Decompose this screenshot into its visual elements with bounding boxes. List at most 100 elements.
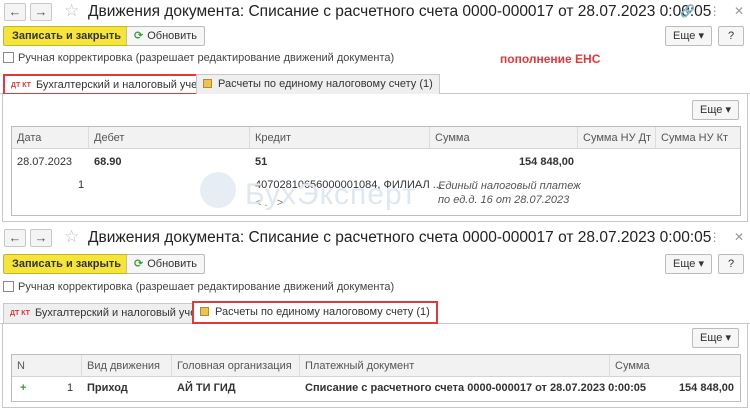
- dropdown-icon: ▾: [698, 30, 704, 42]
- arrow-left-icon: ←: [8, 4, 22, 19]
- arrow-right-icon: →: [34, 4, 48, 19]
- dt-kt-icon: ДТ КТ: [11, 82, 31, 89]
- refresh-icon: ⟳: [134, 258, 144, 270]
- window-title: Движения документа: Списание с расчетног…: [88, 229, 712, 246]
- link-icon[interactable]: 🔗: [680, 4, 695, 18]
- forward-button[interactable]: →: [30, 229, 52, 247]
- col-amount[interactable]: Сумма: [430, 127, 578, 149]
- tab-content: Еще ▾ Дата Дебет Кредит Сумма Сумма НУ Д…: [2, 94, 748, 222]
- back-button[interactable]: ←: [4, 3, 26, 21]
- favorite-star-icon[interactable]: ☆: [64, 227, 79, 247]
- col-amount-nu-kt[interactable]: Сумма НУ Кт: [656, 127, 740, 149]
- row-content-line2: по ед.д. 16 от 28.07.2023: [438, 194, 570, 206]
- col-amount[interactable]: Сумма: [610, 355, 740, 377]
- row-income-sign-icon: +: [20, 382, 27, 394]
- accounting-table: Дата Дебет Кредит Сумма Сумма НУ Дт Сумм…: [11, 126, 741, 216]
- close-icon[interactable]: ✕: [734, 230, 744, 244]
- dropdown-icon: ▾: [698, 258, 704, 270]
- checkbox-box[interactable]: [3, 52, 14, 63]
- col-date[interactable]: Дата: [12, 127, 89, 149]
- row-date[interactable]: 28.07.2023: [17, 156, 72, 168]
- row-debit-account[interactable]: 68.90: [94, 156, 122, 168]
- row-credit-subconto[interactable]: 40702810656000001084, ФИЛИАЛ ...: [255, 179, 442, 191]
- help-button[interactable]: ?: [718, 254, 744, 274]
- col-amount-nu-dt[interactable]: Сумма НУ Дт: [578, 127, 656, 149]
- table-more-label: Еще: [700, 104, 723, 116]
- row-credit-account[interactable]: 51: [255, 156, 267, 168]
- tab-ens-label: Расчеты по единому налоговому счету (1): [218, 78, 433, 90]
- table-more-label: Еще: [700, 332, 723, 344]
- col-n[interactable]: N: [12, 355, 82, 377]
- more-label: Еще: [673, 258, 696, 270]
- refresh-label: Обновить: [147, 30, 198, 42]
- window-controls: 🔗 ⋮ ✕: [670, 4, 744, 18]
- arrow-right-icon: →: [34, 230, 48, 245]
- table-header: N Вид движения Головная организация Плат…: [12, 355, 740, 377]
- toolbar: Записать и закрыть ⟳ Обновить Еще ▾ ?: [0, 26, 750, 48]
- manual-edit-label: Ручная корректировка (разрешает редактир…: [18, 52, 395, 64]
- movements-window-2: ← → ☆ Движения документа: Списание с рас…: [0, 226, 750, 410]
- window-title: Движения документа: Списание с расчетног…: [88, 3, 712, 20]
- table-more-button[interactable]: Еще ▾: [692, 328, 739, 348]
- refresh-button[interactable]: ⟳ Обновить: [126, 26, 206, 46]
- tab-ens[interactable]: Расчеты по единому налоговому счету (1): [192, 301, 438, 324]
- table-more-button[interactable]: Еще ▾: [692, 100, 739, 120]
- col-credit[interactable]: Кредит: [250, 127, 430, 149]
- save-and-close-button[interactable]: Записать и закрыть: [3, 254, 131, 274]
- refresh-icon: ⟳: [134, 30, 144, 42]
- more-button[interactable]: Еще ▾: [665, 254, 712, 274]
- tab-accounting-label: Бухгалтерский и налоговый учет (1): [35, 79, 219, 91]
- row-movement[interactable]: Приход: [87, 382, 128, 394]
- dropdown-icon: ▾: [725, 332, 731, 344]
- manual-edit-checkbox[interactable]: Ручная корректировка (разрешает редактир…: [3, 281, 394, 295]
- tab-ens-label: Расчеты по единому налоговому счету (1): [215, 306, 430, 318]
- tab-accounting-label: Бухгалтерский и налоговый учет (1): [34, 307, 218, 319]
- row-content-line1: Единый налоговый платеж: [438, 180, 581, 192]
- checkbox-box[interactable]: [3, 281, 14, 292]
- close-icon[interactable]: ✕: [734, 4, 744, 18]
- movements-window-1: ← → ☆ Движения документа: Списание с рас…: [0, 0, 750, 226]
- menu-dots-icon[interactable]: ⋮: [709, 230, 721, 244]
- row-n[interactable]: 1: [67, 382, 73, 394]
- col-payment-document[interactable]: Платежный документ: [300, 355, 610, 377]
- manual-edit-checkbox[interactable]: Ручная корректировка (разрешает редактир…: [3, 52, 394, 66]
- refresh-label: Обновить: [147, 258, 198, 270]
- window-title-bar: ← → ☆ Движения документа: Списание с рас…: [0, 0, 750, 24]
- help-button[interactable]: ?: [718, 26, 744, 46]
- row-amount[interactable]: 154 848,00: [452, 156, 574, 168]
- toolbar: Записать и закрыть ⟳ Обновить Еще ▾ ?: [0, 254, 750, 276]
- forward-button[interactable]: →: [30, 3, 52, 21]
- row-amount[interactable]: 154 848,00: [612, 382, 734, 394]
- table-header: Дата Дебет Кредит Сумма Сумма НУ Дт Сумм…: [12, 127, 740, 149]
- arrow-left-icon: ←: [8, 230, 22, 245]
- row-organization[interactable]: АЙ ТИ ГИД: [177, 382, 236, 394]
- col-movement[interactable]: Вид движения: [82, 355, 172, 377]
- refresh-button[interactable]: ⟳ Обновить: [126, 254, 206, 274]
- tab-content: Еще ▾ N Вид движения Головная организаци…: [2, 324, 748, 408]
- more-label: Еще: [673, 30, 696, 42]
- window-title-bar: ← → ☆ Движения документа: Списание с рас…: [0, 226, 750, 250]
- tab-accounting[interactable]: ДТ КТ Бухгалтерский и налоговый учет (1): [3, 74, 227, 95]
- row-line-number: 1: [78, 179, 85, 191]
- favorite-star-icon[interactable]: ☆: [64, 1, 79, 21]
- tab-ens[interactable]: Расчеты по единому налоговому счету (1): [196, 74, 440, 94]
- row-payment-document[interactable]: Списание с расчетного счета 0000-000017 …: [305, 382, 646, 394]
- tab-bar: ДТ КТ Бухгалтерский и налоговый учет (1) …: [0, 298, 750, 324]
- annotation-text: пополнение ЕНС: [500, 52, 601, 66]
- register-icon: [203, 79, 212, 88]
- dt-kt-icon: ДТ КТ: [10, 310, 30, 317]
- window-controls: ⋮ ✕: [699, 230, 744, 244]
- ens-table: N Вид движения Головная организация Плат…: [11, 354, 741, 402]
- col-organization[interactable]: Головная организация: [172, 355, 300, 377]
- watermark-logo: [200, 172, 236, 208]
- manual-edit-label: Ручная корректировка (разрешает редактир…: [18, 281, 395, 293]
- dropdown-icon: ▾: [725, 104, 731, 116]
- register-icon: [200, 307, 209, 316]
- back-button[interactable]: ←: [4, 229, 26, 247]
- tab-bar: ДТ КТ Бухгалтерский и налоговый учет (1) …: [0, 72, 750, 95]
- more-button[interactable]: Еще ▾: [665, 26, 712, 46]
- col-debit[interactable]: Дебет: [89, 127, 250, 149]
- row-credit-subconto2[interactable]: < . . >: [255, 197, 283, 209]
- menu-dots-icon[interactable]: ⋮: [709, 4, 721, 18]
- save-and-close-button[interactable]: Записать и закрыть: [3, 26, 131, 46]
